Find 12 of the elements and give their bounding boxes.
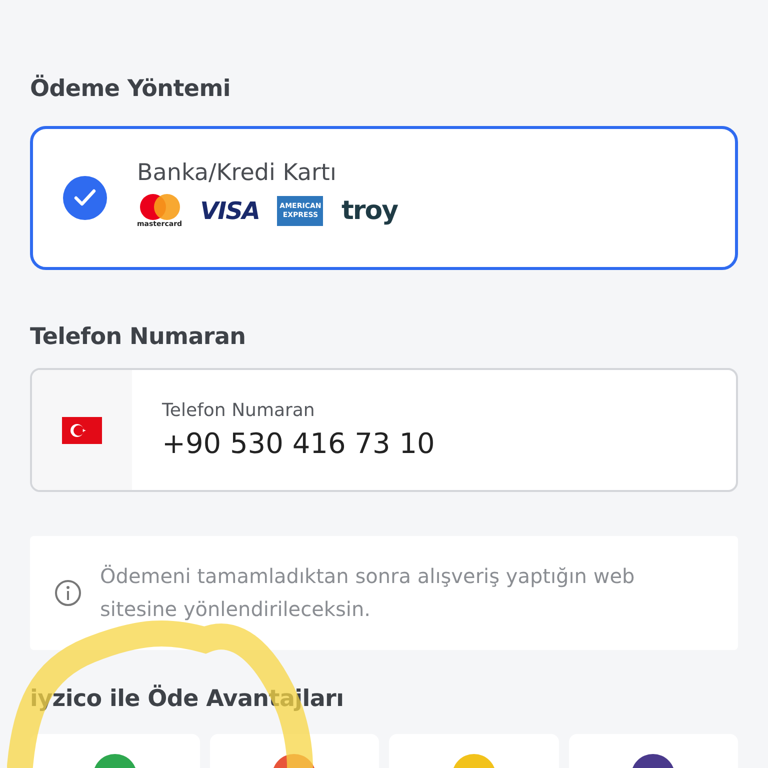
check-icon [63, 176, 107, 220]
section-title: Ödeme Yöntemi [30, 76, 232, 102]
field-label: Telefon Numaran [162, 400, 316, 421]
field-value: +90 530 416 73 10 [162, 427, 435, 460]
info-icon [54, 579, 82, 607]
info-text: Ödemeni tamamladıktan sonra alışveriş yaptığın web sitesine yönlendirileceksin. [100, 563, 636, 623]
option-label: Banka/Kredi Kartı [137, 160, 338, 186]
section-title: Telefon Numaran [30, 324, 247, 350]
troy-logo: troy [341, 196, 398, 226]
visa-logo: VISA [200, 197, 260, 225]
phone-field[interactable]: Telefon Numaran +90 530 416 73 10 [30, 368, 738, 492]
flag-icon [62, 416, 102, 444]
